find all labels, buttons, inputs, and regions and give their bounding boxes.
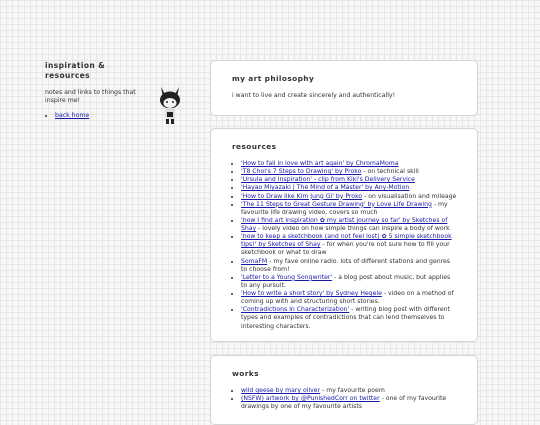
art-philosophy-title: my art philosophy — [232, 74, 315, 83]
resources-card: resources 'How to fall in love with art … — [210, 128, 478, 342]
sidebar-nav: back home — [45, 112, 145, 119]
resource-item: 'how to keep a sketchbook (and not feel … — [241, 233, 457, 257]
works-list: wild geese by mary oliver - my favourite… — [232, 387, 457, 411]
resource-item: 'Contradictions in Characterization' - w… — [241, 306, 457, 330]
resource-item: SomaFM - my fave online radio. lots of d… — [241, 258, 457, 274]
art-philosophy-card: my art philosophy i want to live and cre… — [210, 60, 478, 116]
work-link[interactable]: (NSFW) artwork by @PunishedCorr on twitt… — [241, 395, 380, 402]
work-note: - my favourite poem — [320, 387, 385, 394]
resource-link[interactable]: 'Contradictions in Characterization' — [241, 306, 349, 313]
resource-link[interactable]: 'Letter to a Young Songwriter' — [241, 274, 332, 281]
works-title: works — [232, 369, 259, 378]
sidebar-description: notes and links to things that inspire m… — [45, 88, 136, 105]
resource-item: 'Letter to a Young Songwriter' - a blog … — [241, 274, 457, 290]
resource-link[interactable]: 'How to write a short story' by Sydney H… — [241, 290, 382, 297]
resource-note: - on technical skill — [361, 168, 419, 176]
resource-item: 'The 11 Steps to Great Gesture Drawing' … — [241, 201, 457, 217]
art-philosophy-text: i want to live and create sincerely and … — [232, 92, 396, 99]
resource-link[interactable]: 'How to Draw like Kim Jung Gi' by Proko — [241, 193, 362, 200]
resource-note: - lovely video on how simple things can … — [256, 225, 450, 232]
resource-link[interactable]: 'Hayao Miyazaki | The Mind of a Master' … — [241, 184, 409, 191]
resource-item: 'Hayao Miyazaki | The Mind of a Master' … — [241, 184, 457, 192]
resource-item: 'T8 Choi's 7 Steps to Drawing' by Proko … — [241, 168, 457, 176]
resource-item: 'Ursula and Inspiration' - clip from Kik… — [241, 176, 457, 184]
resource-item: 'How to Draw like Kim Jung Gi' by Proko … — [241, 193, 457, 201]
resource-item: 'how I find art inspiration ✿ my artist … — [241, 217, 457, 233]
sidebar-nav-item: back home — [55, 112, 145, 119]
work-item: (NSFW) artwork by @PunishedCorr on twitt… — [241, 395, 457, 411]
resource-item: 'How to write a short story' by Sydney H… — [241, 290, 457, 306]
resource-item: 'How to fall in love with art again' by … — [241, 160, 457, 168]
cat-mascot-icon — [160, 87, 180, 124]
work-item: wild geese by mary oliver - my favourite… — [241, 387, 457, 395]
works-card: works wild geese by mary oliver - my fav… — [210, 355, 478, 425]
back-home-link[interactable]: back home — [55, 112, 89, 119]
resource-note: - on visualisation and mileage — [362, 192, 457, 200]
resource-link[interactable]: 'T8 Choi's 7 Steps to Drawing' by Proko — [241, 168, 361, 175]
resource-link[interactable]: 'The 11 Steps to Great Gesture Drawing' … — [241, 201, 432, 208]
resources-list: 'How to fall in love with art again' by … — [232, 160, 457, 331]
resources-title: resources — [232, 142, 277, 151]
resource-note: - my fave online radio. lots of differen… — [241, 257, 450, 273]
sidebar-title: inspiration & resources — [45, 61, 106, 80]
resource-link[interactable]: 'Ursula and Inspiration' - clip from Kik… — [241, 176, 415, 183]
resource-link[interactable]: 'How to fall in love with art again' by … — [241, 160, 398, 167]
resource-link[interactable]: SomaFM — [241, 258, 267, 265]
work-link[interactable]: wild geese by mary oliver — [241, 387, 320, 394]
sidebar: inspiration & resources notes and links … — [45, 61, 145, 119]
